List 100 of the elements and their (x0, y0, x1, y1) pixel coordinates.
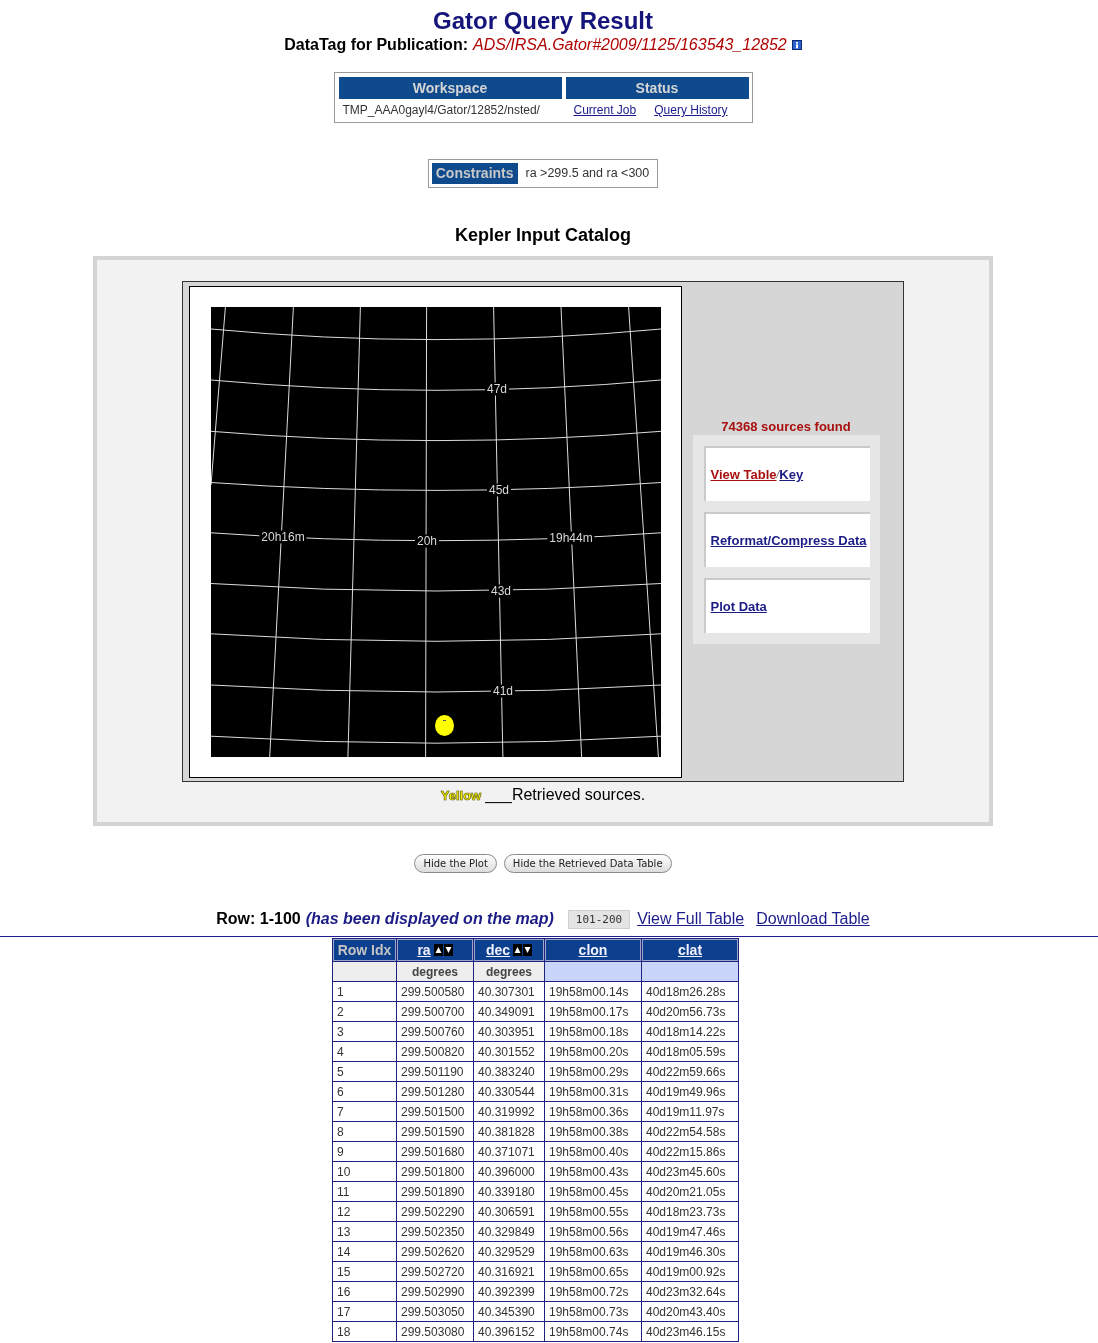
table-cell: 13 (332, 1221, 397, 1242)
action-link[interactable]: Key (779, 464, 804, 485)
next-page-button[interactable]: 101-200 (567, 909, 631, 929)
table-cell: 299.502350 (396, 1221, 474, 1242)
table-cell: 40d23m32.64s (641, 1281, 739, 1302)
table-cell: 4 (332, 1041, 397, 1062)
table-cell: 7 (332, 1101, 397, 1122)
grid-label: 20h16m (259, 530, 307, 544)
status-link[interactable]: Current Job (573, 101, 637, 119)
info-icon[interactable] (791, 40, 802, 50)
toggle-button[interactable]: Hide the Plot (414, 854, 497, 873)
column-sort-link[interactable]: ra (417, 939, 431, 961)
table-cell: 19h58m00.45s (544, 1181, 642, 1202)
table-cell: 299.503080 (396, 1321, 474, 1342)
table-cell: 40d22m15.86s (641, 1141, 739, 1162)
grid-label: 43d (489, 584, 513, 598)
constraints-value: ra >299.5 and ra <300 (525, 165, 650, 183)
table-cell: 11 (332, 1181, 397, 1202)
action-link[interactable]: View Table (710, 464, 777, 485)
grid-label: 47d (485, 382, 509, 396)
table-cell: 40d22m59.66s (641, 1061, 739, 1082)
table-cell: 40d19m00.92s (641, 1261, 739, 1282)
table-cell: 299.502620 (396, 1241, 474, 1262)
grid-label: 19h44m (547, 531, 595, 545)
table-cell: 19h58m00.17s (544, 1001, 642, 1022)
table-cell: 19h58m00.74s (544, 1321, 642, 1342)
table-link[interactable]: View Full Table (637, 907, 745, 931)
table-cell: 299.500760 (396, 1021, 474, 1042)
table-cell: 19h58m00.31s (544, 1081, 642, 1102)
table-cell: 299.503050 (396, 1301, 474, 1322)
table-cell: 40.345390 (473, 1301, 545, 1322)
legend-text: ___Retrieved sources. (485, 785, 646, 806)
table-cell: 19h58m00.55s (544, 1201, 642, 1222)
table-cell: 40.383240 (473, 1061, 545, 1082)
table-cell: 299.502990 (396, 1281, 474, 1302)
table-cell: 40.396152 (473, 1321, 545, 1342)
table-cell: 40d18m05.59s (641, 1041, 739, 1062)
legend-color-label: Yellow (440, 787, 482, 805)
sort-up-icon[interactable] (433, 944, 443, 956)
table-cell: 40.381828 (473, 1121, 545, 1142)
toggle-button[interactable]: Hide the Retrieved Data Table (503, 854, 672, 873)
table-cell: 19h58m00.18s (544, 1021, 642, 1042)
table-cell: 40.303951 (473, 1021, 545, 1042)
table-cell: 40d20m56.73s (641, 1001, 739, 1022)
column-header: Workspace (338, 77, 562, 99)
table-cell: 299.500580 (396, 981, 474, 1002)
table-cell: 9 (332, 1141, 397, 1162)
source-count: 74368 sources found (721, 419, 851, 435)
table-cell: 16 (332, 1281, 397, 1302)
datatag-label: DataTag for Publication: (284, 36, 468, 54)
table-cell: 299.501500 (396, 1101, 474, 1122)
table-cell: 40d19m47.46s (641, 1221, 739, 1242)
table-cell: 40.392399 (473, 1281, 545, 1302)
table-cell: 19h58m00.72s (544, 1281, 642, 1302)
table-cell: 19h58m00.20s (544, 1041, 642, 1062)
table-cell: 40.396000 (473, 1161, 545, 1182)
table-cell: 6 (332, 1081, 397, 1102)
row-range-note: (has been displayed on the map) (305, 909, 554, 929)
column-sort-link[interactable]: clon (578, 939, 608, 961)
table-cell: 8 (332, 1121, 397, 1142)
table-cell: 19h58m00.65s (544, 1261, 642, 1282)
table-cell: 40.316921 (473, 1261, 545, 1282)
table-cell: 40d19m11.97s (641, 1101, 739, 1122)
table-cell: 299.501890 (396, 1181, 474, 1202)
link-separator: / (776, 468, 780, 482)
table-cell: 299.501590 (396, 1121, 474, 1142)
table-cell: 14 (332, 1241, 397, 1262)
table-cell: 40.330544 (473, 1081, 545, 1102)
table-link[interactable]: Download Table (756, 907, 870, 931)
catalog-title: Kepler Input Catalog (455, 224, 631, 246)
table-cell: 40.349091 (473, 1001, 545, 1022)
table-cell: 40d18m23.73s (641, 1201, 739, 1222)
table-cell: 299.501800 (396, 1161, 474, 1182)
column-sort-link[interactable]: dec (485, 939, 511, 961)
table-cell: 2 (332, 1001, 397, 1022)
column-header: Status (565, 77, 749, 99)
table-cell: 40.307301 (473, 981, 545, 1002)
table-cell: 40.319992 (473, 1101, 545, 1122)
table-cell: 19h58m00.43s (544, 1161, 642, 1182)
action-link[interactable]: Reformat/Compress Data (710, 530, 867, 551)
table-cell: 40.329849 (473, 1221, 545, 1242)
constraints-label: Constraints (431, 163, 518, 184)
table-cell: 19h58m00.40s (544, 1141, 642, 1162)
table-cell: 40d20m43.40s (641, 1301, 739, 1322)
table-cell: 19h58m00.29s (544, 1061, 642, 1082)
table-cell: 19h58m00.38s (544, 1121, 642, 1142)
table-cell: 15 (332, 1261, 397, 1282)
table-cell: 299.500820 (396, 1041, 474, 1062)
status-link[interactable]: Query History (654, 101, 728, 119)
column-sort-link[interactable]: clat (677, 939, 703, 961)
table-cell: 12 (332, 1201, 397, 1222)
table-cell: 19h58m00.73s (544, 1301, 642, 1322)
table-cell: 19h58m00.36s (544, 1101, 642, 1122)
sort-down-icon[interactable] (523, 944, 533, 956)
unit-cell (332, 961, 397, 982)
action-link[interactable]: Plot Data (710, 596, 767, 617)
table-cell: 40d22m54.58s (641, 1121, 739, 1142)
table-cell: 40d19m49.96s (641, 1081, 739, 1102)
grid-label: 20h (415, 534, 439, 548)
table-cell: 19h58m00.63s (544, 1241, 642, 1262)
